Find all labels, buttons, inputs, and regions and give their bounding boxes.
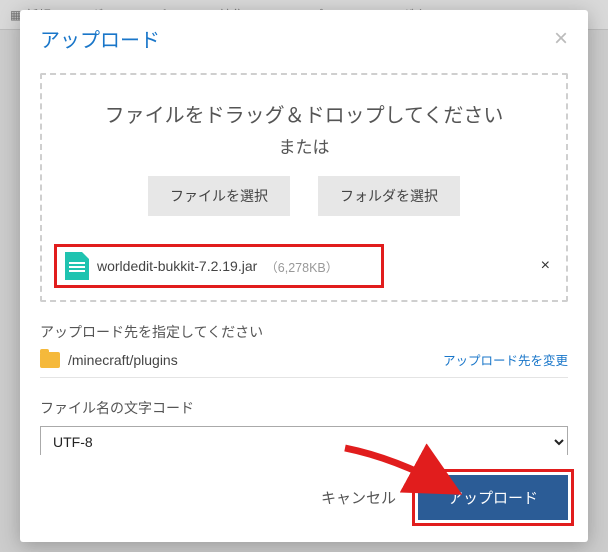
close-icon[interactable]: ×: [554, 27, 568, 51]
modal-header: アップロード ×: [20, 10, 588, 63]
select-file-button[interactable]: ファイルを選択: [148, 176, 290, 216]
modal-body: ファイルをドラッグ＆ドロップしてください または ファイルを選択 フォルダを選択…: [20, 63, 588, 455]
destination-row: /minecraft/plugins アップロード先を変更: [40, 350, 568, 378]
modal-footer: キャンセル アップロード: [20, 455, 588, 542]
modal-title: アップロード: [40, 24, 160, 53]
destination-path: /minecraft/plugins: [68, 352, 178, 368]
select-folder-button[interactable]: フォルダを選択: [318, 176, 460, 216]
change-destination-link[interactable]: アップロード先を変更: [443, 350, 568, 369]
upload-button[interactable]: アップロード: [418, 475, 568, 520]
file-name: worldedit-bukkit-7.2.19.jar: [97, 258, 257, 274]
drop-heading: ファイルをドラッグ＆ドロップしてください: [54, 101, 554, 131]
folder-icon: [40, 352, 60, 368]
upload-modal: アップロード × ファイルをドラッグ＆ドロップしてください または ファイルを選…: [20, 10, 588, 542]
file-icon: [65, 252, 89, 280]
encoding-label: ファイル名の文字コード: [40, 398, 568, 418]
dropzone[interactable]: ファイルをドラッグ＆ドロップしてください または ファイルを選択 フォルダを選択…: [40, 73, 568, 302]
remove-file-icon[interactable]: ×: [537, 257, 554, 275]
queued-file-row: worldedit-bukkit-7.2.19.jar （6,278KB）: [54, 244, 384, 288]
file-size: （6,278KB）: [265, 257, 338, 276]
drop-or-text: または: [54, 133, 554, 158]
encoding-select[interactable]: UTF-8: [40, 426, 568, 455]
cancel-button[interactable]: キャンセル: [321, 487, 396, 508]
destination-label: アップロード先を指定してください: [40, 322, 568, 342]
